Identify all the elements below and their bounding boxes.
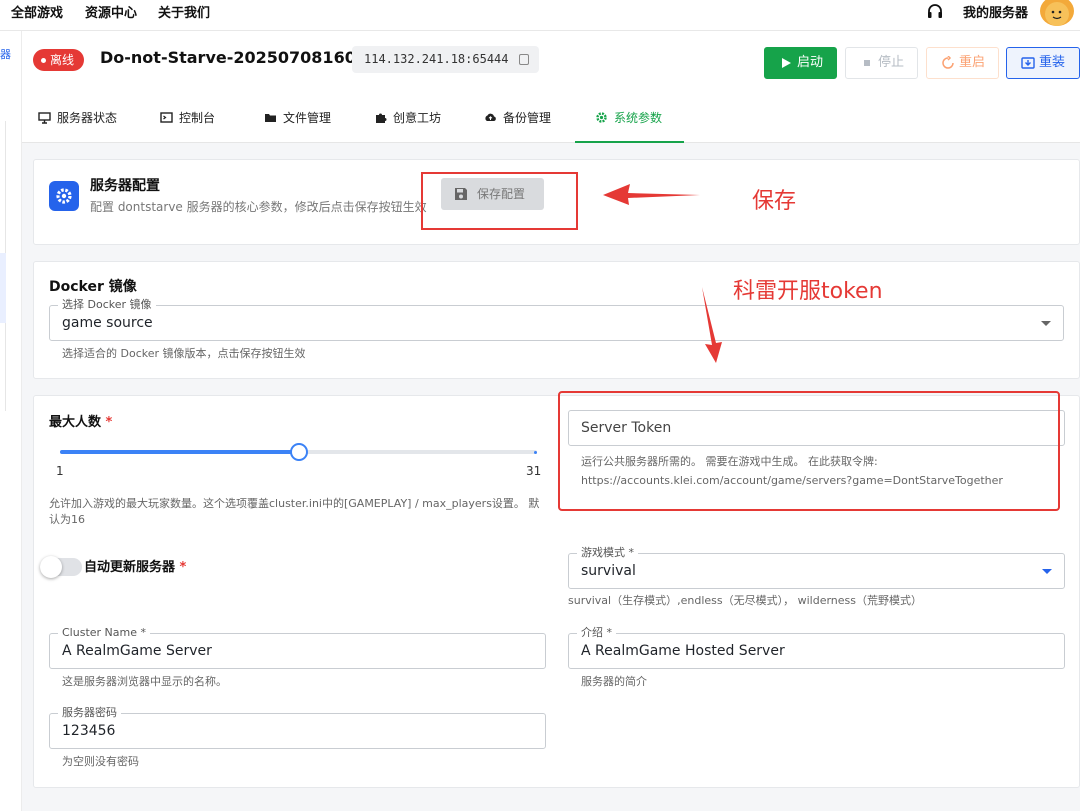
status-badge: 离线 (33, 49, 85, 71)
server-address: 114.132.241.18:65444 (352, 46, 539, 73)
slider-min-value: 1 (56, 464, 64, 478)
cloud-upload-icon (485, 113, 496, 121)
required-mark: * (179, 560, 187, 575)
server-password-label: 服务器密码 (58, 706, 121, 720)
tab-label: 文件管理 (283, 111, 332, 125)
left-sidebar: 器 (0, 31, 22, 811)
slider-max-value: 31 (526, 464, 542, 478)
top-navigation: 全部游戏 资源中心 关于我们 我的服务器 (0, 0, 1080, 31)
my-servers-link[interactable]: 我的服务器 (963, 2, 1028, 21)
required-mark: * (105, 415, 113, 430)
slider-handle[interactable] (289, 443, 308, 461)
toggle-knob (40, 556, 62, 578)
cluster-name-label: Cluster Name * (58, 626, 150, 640)
stop-button-label: 停止 (878, 55, 905, 70)
game-mode-helper: survival（生存模式）,endless（无尽模式）， wilderness… (568, 594, 922, 607)
start-button[interactable]: 启动 (764, 47, 837, 79)
annotation-box-token (558, 391, 1060, 511)
gear-icon (596, 112, 607, 123)
restart-button[interactable]: 重启 (926, 47, 999, 79)
docker-image-card: Docker 镜像 选择 Docker 镜像 game source 选择适合的… (33, 261, 1080, 379)
server-address-text: 114.132.241.18:65444 (364, 52, 509, 66)
docker-image-select[interactable]: 选择 Docker 镜像 game source (49, 298, 1064, 341)
max-players-slider[interactable] (60, 443, 537, 461)
avatar[interactable] (1040, 0, 1074, 26)
reinstall-button-label: 重装 (1039, 55, 1066, 70)
tab-backup[interactable]: 备份管理 (484, 103, 551, 143)
intro-helper: 服务器的简介 (581, 675, 647, 688)
server-password-input[interactable]: 服务器密码 123456 (49, 706, 546, 749)
config-description: 配置 dontstarve 服务器的核心参数，修改后点击保存按钮生效 (90, 200, 427, 214)
terminal-icon (160, 112, 173, 123)
tab-bar: 服务器状态 控制台 文件管理 创意工坊 备份管理 系统参数 (22, 103, 1080, 143)
nav-link-about[interactable]: 关于我们 (158, 2, 210, 21)
status-dot (41, 58, 46, 63)
cluster-name-helper: 这是服务器浏览器中显示的名称。 (62, 675, 227, 688)
annotation-label-save: 保存 (752, 189, 797, 214)
annotation-label-token: 科雷开服token (733, 279, 883, 304)
tab-label: 服务器状态 (57, 111, 118, 125)
max-players-helper: 允许加入游戏的最大玩家数量。这个选项覆盖cluster.ini中的[GAMEPL… (49, 497, 540, 526)
tab-system-params[interactable]: 系统参数 (575, 103, 684, 143)
auto-update-toggle[interactable] (40, 556, 82, 578)
auto-update-label-text: 自动更新服务器 (84, 560, 176, 575)
sidebar-active-indicator (0, 253, 6, 323)
play-icon (782, 58, 791, 68)
intro-input[interactable]: 介绍 * A RealmGame Hosted Server (568, 626, 1065, 669)
chevron-down-icon (1042, 569, 1052, 574)
settings-icon (49, 181, 79, 211)
slider-fill (60, 450, 299, 454)
game-mode-select[interactable]: 游戏模式 * survival (568, 546, 1065, 589)
server-header: 离线 Do-not-Starve-20250708160838 114.132.… (22, 31, 1080, 143)
tab-label: 控制台 (179, 111, 216, 125)
tab-file-manager[interactable]: 文件管理 (264, 103, 331, 143)
reinstall-button[interactable]: 重装 (1006, 47, 1080, 79)
chevron-down-icon (1041, 321, 1051, 326)
nav-link-all-games[interactable]: 全部游戏 (11, 2, 63, 21)
auto-update-label: 自动更新服务器 * (84, 556, 186, 575)
restart-button-label: 重启 (959, 55, 986, 70)
tab-label: 创意工坊 (393, 111, 442, 125)
game-mode-value: survival (581, 563, 636, 579)
max-players-label: 最大人数 * (49, 411, 112, 430)
annotation-box-save (421, 172, 578, 230)
cluster-name-value: A RealmGame Server (62, 643, 212, 659)
start-button-label: 启动 (797, 55, 824, 70)
cluster-name-input[interactable]: Cluster Name * A RealmGame Server (49, 626, 546, 669)
server-password-value: 123456 (62, 723, 116, 739)
status-text: 离线 (50, 53, 75, 67)
stop-icon (864, 60, 870, 66)
stop-button[interactable]: 停止 (845, 47, 918, 79)
docker-image-value: game source (62, 315, 153, 331)
tab-console[interactable]: 控制台 (160, 103, 215, 143)
restart-icon (942, 56, 954, 69)
max-players-label-text: 最大人数 (49, 415, 102, 430)
nav-link-resources[interactable]: 资源中心 (85, 2, 137, 21)
monitor-icon (38, 112, 51, 124)
folder-icon (265, 114, 276, 122)
game-mode-label: 游戏模式 * (577, 546, 638, 560)
docker-helper-text: 选择适合的 Docker 镜像版本，点击保存按钮生效 (62, 347, 306, 360)
tab-label: 系统参数 (614, 111, 663, 125)
slider-end-dot (534, 451, 537, 454)
tab-label: 备份管理 (503, 111, 552, 125)
copy-icon[interactable] (518, 54, 529, 65)
puzzle-icon (376, 113, 387, 123)
docker-section-title: Docker 镜像 (49, 279, 137, 295)
download-icon (1021, 57, 1035, 69)
sidebar-item-label[interactable]: 器 (0, 46, 11, 62)
server-password-helper: 为空则没有密码 (62, 755, 139, 768)
server-name: Do-not-Starve-20250708160838 (100, 48, 390, 67)
tab-workshop[interactable]: 创意工坊 (374, 103, 441, 143)
docker-image-label: 选择 Docker 镜像 (58, 298, 156, 312)
tab-server-status[interactable]: 服务器状态 (38, 103, 117, 143)
intro-value: A RealmGame Hosted Server (581, 643, 785, 659)
config-title: 服务器配置 (90, 178, 160, 194)
headset-icon[interactable] (926, 3, 944, 21)
intro-label: 介绍 * (577, 626, 616, 640)
